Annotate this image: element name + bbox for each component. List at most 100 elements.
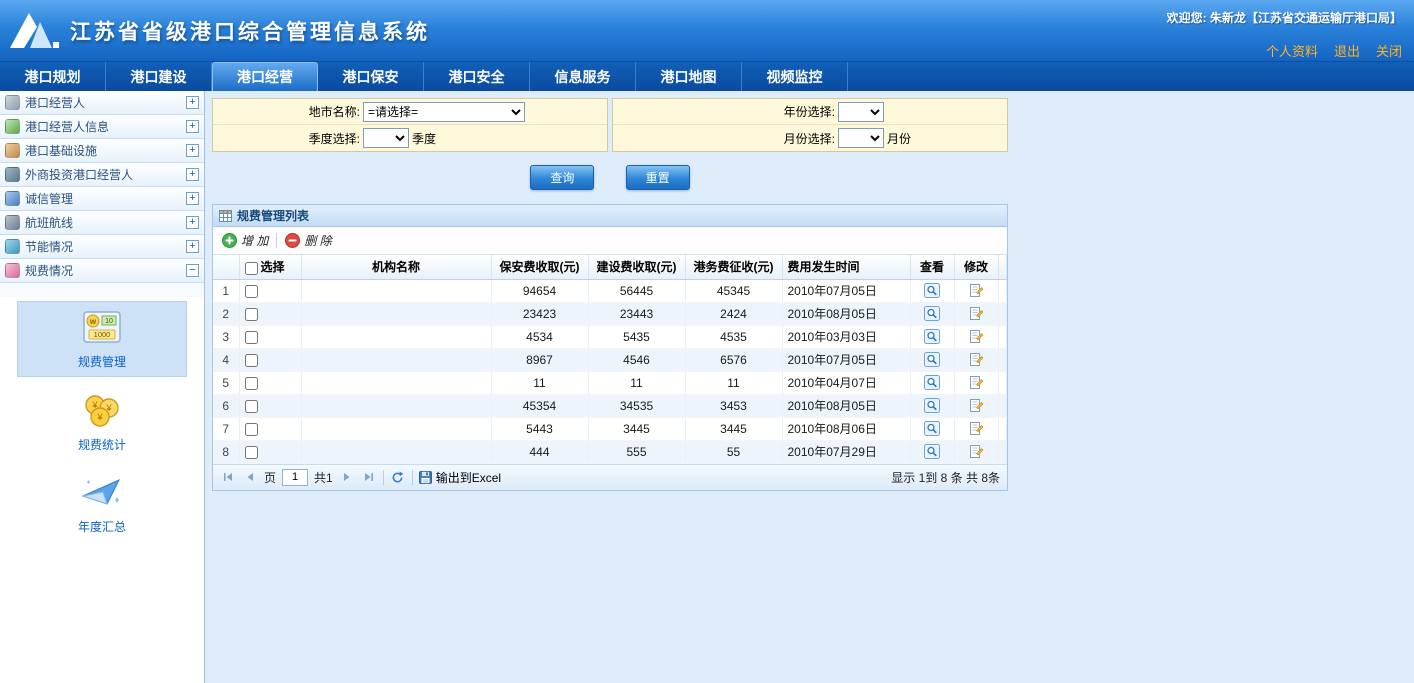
collapse-button[interactable]: − (186, 264, 199, 277)
tab-port-safety[interactable]: 港口安全 (424, 62, 530, 91)
submenu-label: 规费统计 (78, 436, 126, 453)
tab-port-map[interactable]: 港口地图 (636, 62, 742, 91)
row-select-cell (239, 302, 301, 325)
tab-port-planning[interactable]: 港口规划 (0, 62, 106, 91)
logout-link[interactable]: 退出 (1334, 41, 1360, 60)
row-checkbox[interactable] (245, 423, 258, 436)
row-number: 3 (213, 325, 239, 348)
sidebar-item-port-operator[interactable]: 港口经营人 + (0, 91, 204, 115)
sidebar-item-port-operator-info[interactable]: 港口经营人信息 + (0, 115, 204, 139)
row-checkbox[interactable] (245, 446, 258, 459)
expand-button[interactable]: + (186, 192, 199, 205)
edit-cell (954, 279, 998, 302)
quarter-select[interactable] (363, 128, 409, 148)
tab-port-construction[interactable]: 港口建设 (106, 62, 212, 91)
view-icon[interactable] (924, 352, 940, 367)
edit-icon[interactable] (968, 398, 984, 413)
edit-cell (954, 325, 998, 348)
filler-cell (998, 440, 1007, 463)
expand-button[interactable]: + (186, 144, 199, 157)
row-checkbox[interactable] (245, 285, 258, 298)
sidebar-item-integrity-management[interactable]: 诚信管理 + (0, 187, 204, 211)
construction-fee-cell: 56445 (588, 279, 685, 302)
city-select[interactable]: =请选择= (363, 102, 525, 122)
search-form: 地市名称: =请选择= 季度选择: 季度 年份选择: 月份选 (212, 98, 1008, 152)
search-form-right: 年份选择: 月份选择: 月份 (612, 98, 1008, 152)
tab-port-security[interactable]: 港口保安 (318, 62, 424, 91)
row-checkbox[interactable] (245, 354, 258, 367)
port-fee-cell: 2424 (685, 302, 782, 325)
row-checkbox[interactable] (245, 377, 258, 390)
pager-next-button[interactable] (339, 469, 355, 485)
view-icon[interactable] (924, 398, 940, 413)
expand-button[interactable]: + (186, 96, 199, 109)
book-icon (5, 191, 20, 206)
row-checkbox[interactable] (245, 331, 258, 344)
view-icon[interactable] (924, 421, 940, 436)
submenu-item-fee-statistics[interactable]: 规费统计 (17, 387, 187, 459)
select-all-checkbox[interactable] (245, 262, 258, 275)
pager-prev-button[interactable] (242, 469, 258, 485)
view-cell (910, 394, 954, 417)
year-select[interactable] (838, 102, 884, 122)
sidebar-item-flight-routes[interactable]: 航班航线 + (0, 211, 204, 235)
col-edit: 修改 (954, 255, 998, 279)
edit-icon[interactable] (968, 283, 984, 298)
expand-button[interactable]: + (186, 240, 199, 253)
expand-button[interactable]: + (186, 216, 199, 229)
view-icon[interactable] (924, 306, 940, 321)
tab-info-service[interactable]: 信息服务 (530, 62, 636, 91)
sidebar-item-fee-situation[interactable]: 规费情况 − (0, 259, 204, 283)
expand-button[interactable]: + (186, 120, 199, 133)
security-fee-cell: 444 (491, 440, 588, 463)
edit-icon[interactable] (968, 329, 984, 344)
month-suffix: 月份 (887, 130, 911, 147)
edit-icon[interactable] (968, 421, 984, 436)
tab-port-operation[interactable]: 港口经营 (212, 62, 318, 91)
view-cell (910, 348, 954, 371)
sidebar-item-energy-saving[interactable]: 节能情况 + (0, 235, 204, 259)
view-icon[interactable] (924, 329, 940, 344)
add-button[interactable]: 增 加 (222, 232, 268, 249)
reset-button[interactable]: 重置 (626, 165, 690, 190)
pager-first-button[interactable] (220, 469, 236, 485)
query-button[interactable]: 查询 (530, 165, 594, 190)
edit-icon[interactable] (968, 444, 984, 459)
sidebar-item-foreign-investment-operator[interactable]: 外商投资港口经营人 + (0, 163, 204, 187)
table-row: 5 11 11 11 2010年04月07日 (213, 371, 1007, 394)
edit-icon[interactable] (968, 352, 984, 367)
page-input[interactable] (282, 469, 308, 486)
view-icon[interactable] (924, 283, 940, 298)
row-checkbox[interactable] (245, 308, 258, 321)
next-page-icon (341, 471, 353, 483)
submenu-item-fee-management[interactable]: 规费管理 (17, 301, 187, 377)
pager-separator (412, 470, 413, 485)
sidebar-item-port-infrastructure[interactable]: 港口基础设施 + (0, 139, 204, 163)
table-header-row: 选择 机构名称 保安费收取(元) 建设费收取(元) 港务费征收(元) 费用发生时… (213, 255, 1007, 279)
profile-link[interactable]: 个人资料 (1266, 41, 1318, 60)
expand-button[interactable]: + (186, 168, 199, 181)
globe-icon (5, 239, 20, 254)
submenu-item-annual-summary[interactable]: 年度汇总 (17, 469, 187, 541)
edit-cell (954, 440, 998, 463)
edit-icon[interactable] (968, 375, 984, 390)
refresh-button[interactable] (390, 469, 406, 485)
pager-last-button[interactable] (361, 469, 377, 485)
tab-video-monitor[interactable]: 视频监控 (742, 62, 848, 91)
body: 港口经营人 + 港口经营人信息 + 港口基础设施 + 外商投资港口经营人 + 诚… (0, 91, 1414, 683)
export-excel-button[interactable]: 输出到Excel (419, 469, 501, 486)
main-content: 地市名称: =请选择= 季度选择: 季度 年份选择: 月份选 (205, 91, 1414, 683)
edit-icon[interactable] (968, 306, 984, 321)
close-link[interactable]: 关闭 (1376, 41, 1402, 60)
submenu-label: 规费管理 (78, 353, 126, 370)
table-toolbar: 增 加 删 除 (213, 227, 1007, 255)
view-icon[interactable] (924, 444, 940, 459)
delete-button[interactable]: 删 除 (285, 232, 331, 249)
export-label: 输出到Excel (436, 469, 501, 486)
date-cell: 2010年07月05日 (782, 348, 910, 371)
add-button-label: 增 加 (241, 232, 268, 249)
construction-fee-cell: 5435 (588, 325, 685, 348)
row-checkbox[interactable] (245, 400, 258, 413)
month-select[interactable] (838, 128, 884, 148)
view-icon[interactable] (924, 375, 940, 390)
